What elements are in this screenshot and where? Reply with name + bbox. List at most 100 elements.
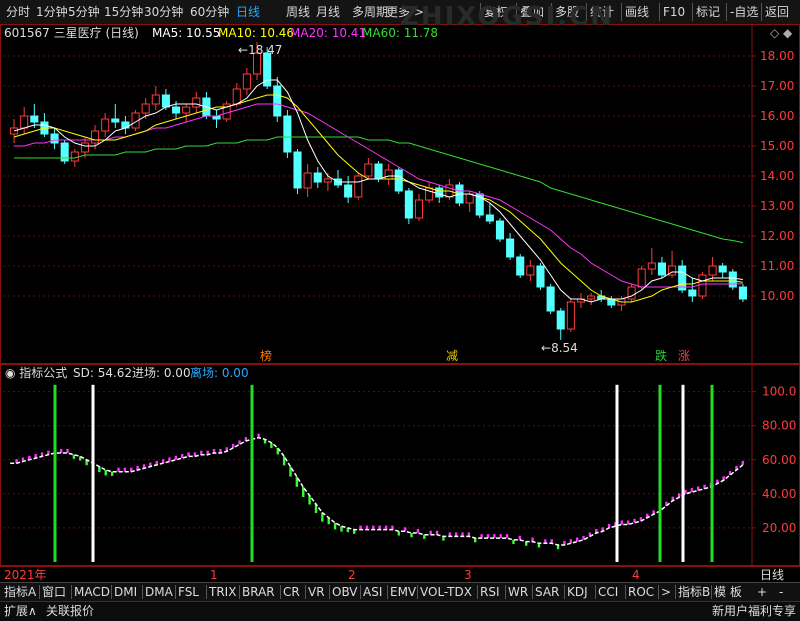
indicator-tab-21[interactable]: 指标B xyxy=(678,584,710,600)
indicator-tab-7[interactable]: BRAR xyxy=(242,584,275,600)
tab-separator xyxy=(239,585,240,599)
indicator-tab-13[interactable]: VOL-TDX xyxy=(420,584,472,600)
promo-link[interactable]: 新用户福利专享 xyxy=(712,604,796,618)
candle-body xyxy=(323,178,332,183)
price-tick-label: 13.00 xyxy=(760,199,794,213)
toolbar-separator xyxy=(726,3,727,21)
indicator-tab-10[interactable]: OBV xyxy=(332,584,358,600)
exit-signal-bar xyxy=(615,384,619,562)
indicator-tabs: 指标A 窗口 MACD DMI DMA FSL TRIX BRAR CR VR OBV ASI EMV V… xyxy=(0,582,800,601)
tab-separator xyxy=(477,585,478,599)
period-6[interactable]: 日线 xyxy=(236,3,260,21)
indicator-bar xyxy=(168,457,171,462)
tab-separator xyxy=(625,585,626,599)
candle-body xyxy=(313,172,322,183)
indicator-bar xyxy=(410,533,413,538)
indicator-tab-0[interactable]: 指标A xyxy=(4,584,36,600)
indicator-tab-16[interactable]: SAR xyxy=(535,584,559,600)
period-5[interactable]: 60分钟 xyxy=(190,3,229,21)
candle-body xyxy=(111,118,120,123)
candlestick-chart[interactable]: 18.00 17.00 16.00 15.00 14.00 13.00 12.00 11.00… xyxy=(0,24,800,364)
tab-separator xyxy=(532,585,533,599)
exit-signal-bar xyxy=(91,384,95,562)
period-2[interactable]: 5分钟 xyxy=(68,3,100,21)
indicator-tab-12[interactable]: EMV xyxy=(390,584,416,600)
indicator-bar xyxy=(289,466,292,477)
indicator-tick-label: 20.00 xyxy=(762,521,796,535)
candle-body xyxy=(536,265,545,288)
period-0[interactable]: 分时 xyxy=(6,3,30,21)
price-tick-label: 17.00 xyxy=(760,79,794,93)
indicator-tab-4[interactable]: DMA xyxy=(145,584,173,600)
candle-body xyxy=(242,73,251,90)
candle-body xyxy=(435,187,444,198)
candle-body xyxy=(121,121,130,129)
remove-tab-icon[interactable]: - xyxy=(779,584,783,600)
tab-separator xyxy=(329,585,330,599)
indicator-tab-20[interactable]: > xyxy=(661,584,671,600)
indicator-tab-2[interactable]: MACD xyxy=(74,584,110,600)
candle-body xyxy=(303,172,312,189)
indicator-chart[interactable]: 100.0 80.00 60.00 40.00 20.00 xyxy=(0,364,800,566)
indicator-tab-6[interactable]: TRIX xyxy=(209,584,236,600)
indicator-tab-14[interactable]: RSI xyxy=(480,584,500,600)
candle-body xyxy=(516,256,525,276)
candle-body xyxy=(728,271,737,288)
related-quote-button[interactable]: 关联报价 xyxy=(46,604,94,618)
period-1[interactable]: 1分钟 xyxy=(36,3,68,21)
tab-separator xyxy=(417,585,418,599)
bottom-bar: 扩展∧ 关联报价 新用户福利专享 xyxy=(0,601,800,621)
add-tab-icon[interactable]: + xyxy=(757,584,767,600)
candle-body xyxy=(374,163,383,180)
indicator-tab-17[interactable]: KDJ xyxy=(567,584,588,600)
candle-body xyxy=(293,151,302,189)
indicator-tab-5[interactable]: FSL xyxy=(178,584,199,600)
indicator-tab-9[interactable]: VR xyxy=(308,584,325,600)
indicator-tab-22[interactable]: 模 板 xyxy=(714,584,742,600)
period-9[interactable]: 多周期 xyxy=(352,3,388,21)
tab-separator xyxy=(711,585,712,599)
high-price-value: 18.47 xyxy=(248,43,283,57)
toolbar-button-7[interactable]: -自选 xyxy=(730,3,758,21)
price-tick-label: 12.00 xyxy=(760,229,794,243)
price-tick-label: 14.00 xyxy=(760,169,794,183)
candle-body xyxy=(678,265,687,291)
marker-bang: 榜 xyxy=(260,349,273,363)
indicator-tab-18[interactable]: CCI xyxy=(598,584,618,600)
toolbar-button-8[interactable]: 返回 xyxy=(765,3,789,21)
ma10-label: MA10: 10.46 xyxy=(218,26,295,40)
marker-zhang: 涨 xyxy=(678,349,691,363)
expand-button[interactable]: 扩展∧ xyxy=(4,604,37,618)
indicator-bar xyxy=(518,535,522,540)
candle-body xyxy=(364,163,373,177)
date-label: 1 xyxy=(210,568,218,582)
candle-body xyxy=(70,151,79,162)
period-7[interactable]: 周线 xyxy=(286,3,310,21)
indicator-bar xyxy=(308,495,311,505)
indicator-tab-8[interactable]: CR xyxy=(283,584,300,600)
toolbar-button-4[interactable]: 画线 xyxy=(625,3,649,21)
candle-body xyxy=(30,115,39,123)
period-8[interactable]: 月线 xyxy=(316,3,340,21)
toolbar-button-5[interactable]: F10 xyxy=(663,3,685,21)
indicator-bar xyxy=(620,520,623,525)
indicator-line xyxy=(10,436,744,546)
period-3[interactable]: 15分钟 xyxy=(104,3,143,21)
diamond-icon[interactable]: ◇ ◆ xyxy=(770,26,792,40)
candle-body xyxy=(647,262,656,270)
indicator-title[interactable]: ◉ 指标公式 xyxy=(5,366,67,380)
tab-separator xyxy=(675,585,676,599)
tab-separator xyxy=(39,585,40,599)
tab-separator xyxy=(111,585,112,599)
indicator-tab-1[interactable]: 窗口 xyxy=(42,584,66,600)
indicator-tab-3[interactable]: DMI xyxy=(114,584,137,600)
candle-body xyxy=(384,169,393,180)
tab-separator xyxy=(360,585,361,599)
indicator-tab-15[interactable]: WR xyxy=(508,584,528,600)
indicator-tab-19[interactable]: ROC xyxy=(628,584,654,600)
indicator-tab-11[interactable]: ASI xyxy=(363,584,382,600)
entry-signal-bar xyxy=(53,384,57,562)
period-4[interactable]: 30分钟 xyxy=(144,3,183,21)
ma60-line xyxy=(14,136,744,244)
toolbar-button-6[interactable]: 标记 xyxy=(696,3,720,21)
